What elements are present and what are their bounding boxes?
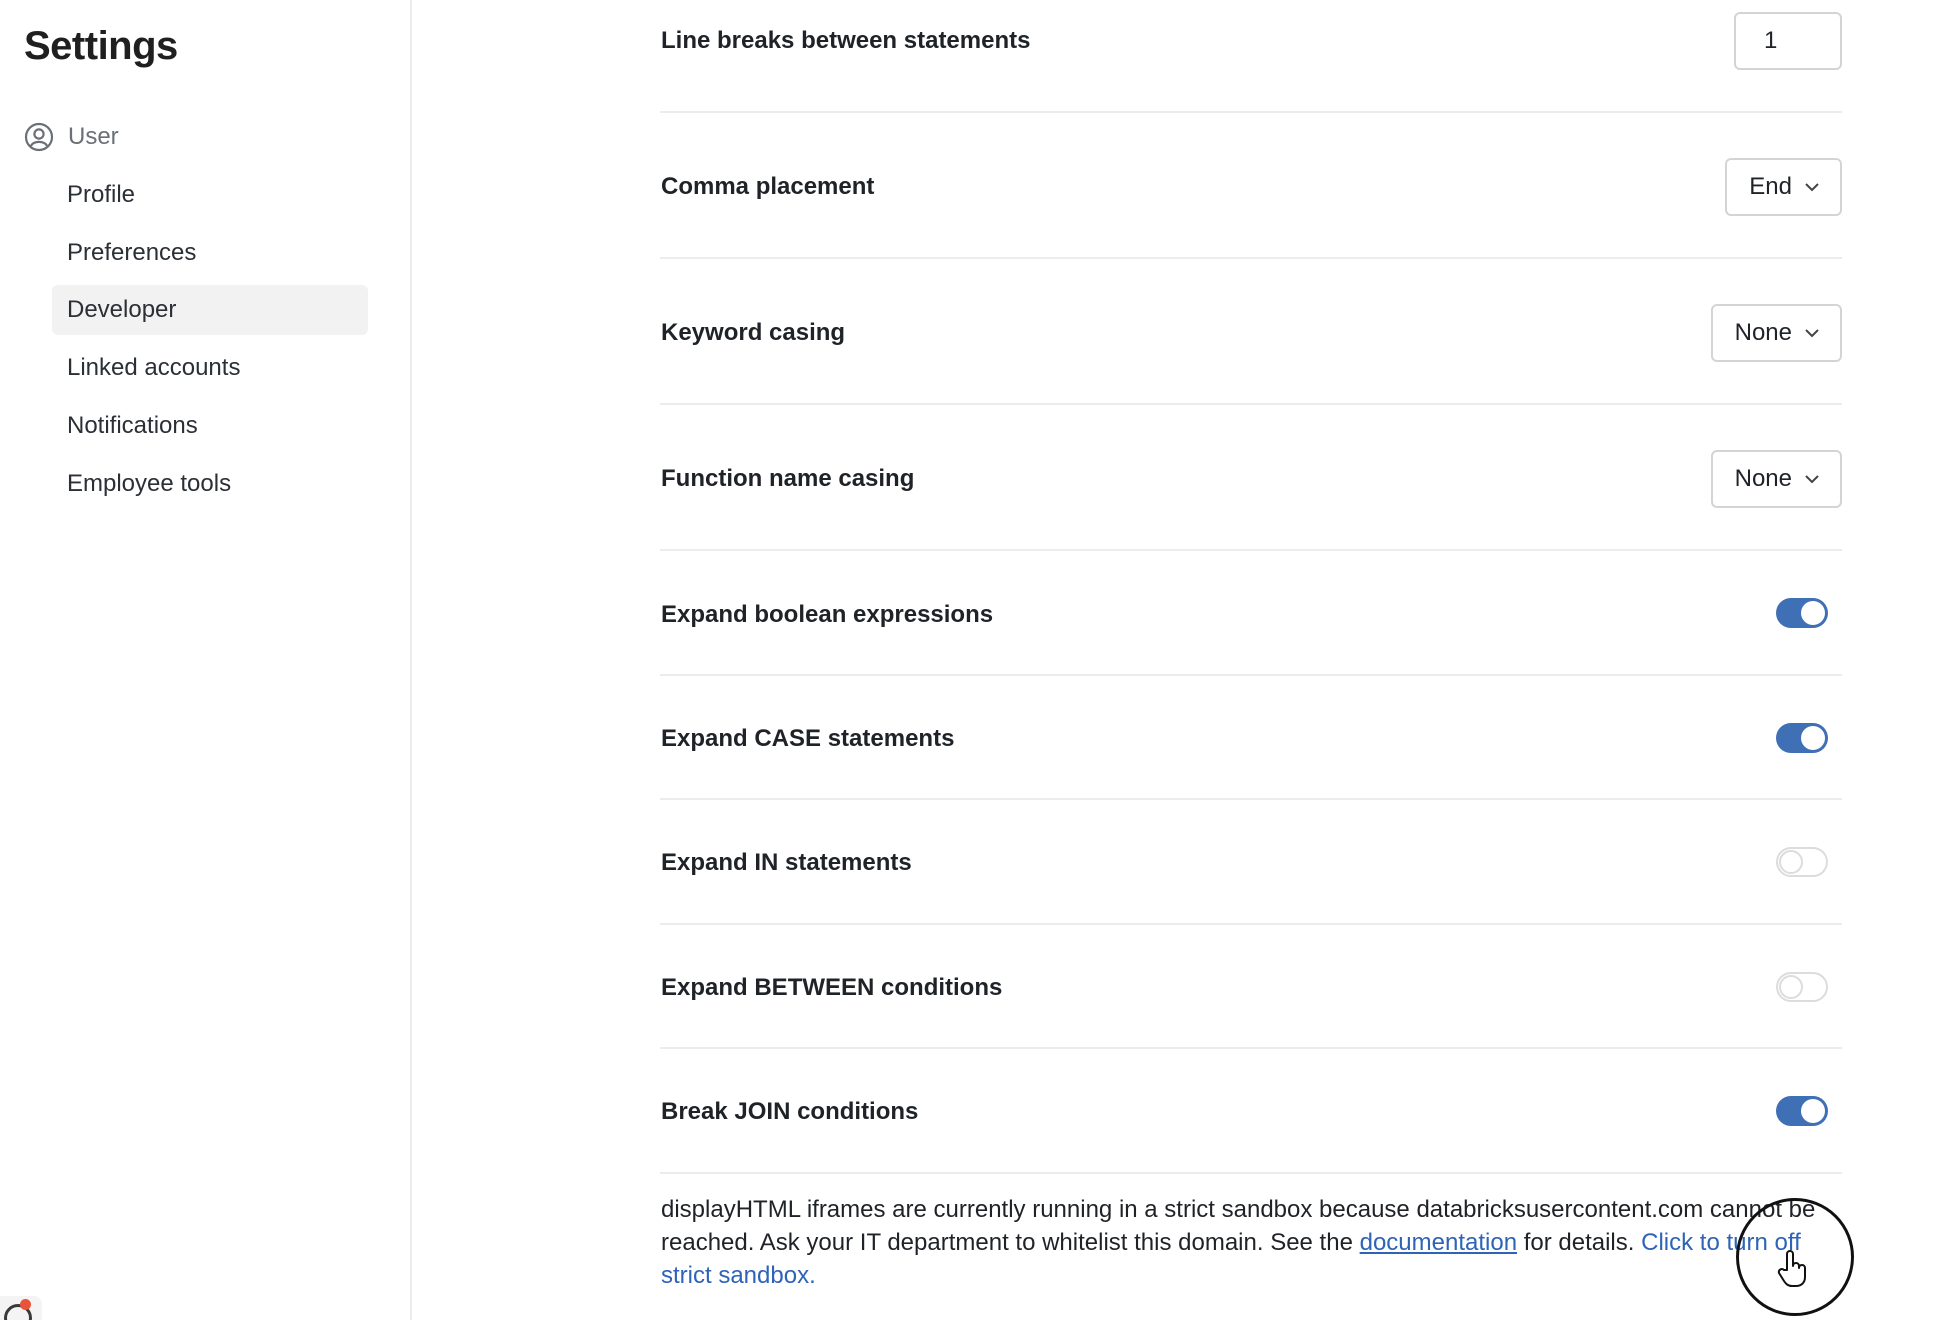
sidebar-item-preferences[interactable]: Preferences	[52, 228, 368, 278]
select-value: End	[1749, 173, 1792, 200]
setting-row-expand-case: Expand CASE statements	[660, 676, 1842, 800]
sidebar-item-notifications[interactable]: Notifications	[52, 401, 368, 451]
sidebar-item-label: Profile	[67, 181, 136, 208]
setting-row-break-join: Break JOIN conditions	[660, 1049, 1842, 1174]
notice-text: for details.	[1517, 1229, 1642, 1256]
sidebar-item-linked-accounts[interactable]: Linked accounts	[52, 343, 368, 393]
expand-between-toggle[interactable]	[1776, 972, 1828, 1002]
expand-boolean-toggle[interactable]	[1776, 598, 1828, 628]
setting-label: Keyword casing	[661, 319, 846, 346]
setting-label: Expand boolean expressions	[661, 601, 994, 628]
setting-label: Expand CASE statements	[661, 725, 955, 752]
sidebar-item-label: Linked accounts	[67, 354, 241, 381]
sidebar-item-label: Preferences	[67, 239, 197, 266]
chevron-down-icon	[1804, 182, 1820, 192]
comma-placement-select[interactable]: End	[1725, 158, 1842, 216]
sidebar-item-profile[interactable]: Profile	[52, 170, 368, 220]
setting-row-expand-between: Expand BETWEEN conditions	[660, 925, 1842, 1049]
setting-row-keyword-casing: Keyword casing None	[660, 259, 1842, 405]
chevron-down-icon	[1804, 328, 1820, 338]
setting-label: Expand IN statements	[661, 849, 912, 876]
setting-label: Comma placement	[661, 173, 875, 200]
select-value: None	[1734, 319, 1792, 346]
keyword-casing-select[interactable]: None	[1710, 304, 1842, 362]
setting-label: Function name casing	[661, 465, 915, 492]
expand-in-toggle[interactable]	[1776, 847, 1828, 877]
sidebar-item-label: Developer	[67, 296, 177, 323]
setting-label: Line breaks between statements	[661, 27, 1031, 54]
notification-dot	[20, 1299, 31, 1310]
developer-settings-panel: Line breaks between statements Comma pla…	[660, 0, 1842, 1320]
setting-row-expand-boolean: Expand boolean expressions	[660, 551, 1842, 676]
documentation-link[interactable]: documentation	[1360, 1229, 1517, 1256]
sidebar-section-user: User	[24, 120, 119, 154]
sidebar-item-label: Employee tools	[67, 470, 232, 497]
sidebar-item-label: Notifications	[67, 412, 198, 439]
sidebar-item-developer[interactable]: Developer	[52, 285, 368, 335]
sidebar-item-employee-tools[interactable]: Employee tools	[52, 459, 368, 509]
setting-row-line-breaks: Line breaks between statements	[660, 0, 1842, 113]
function-name-casing-select[interactable]: None	[1710, 450, 1842, 508]
chevron-down-icon	[1804, 474, 1820, 484]
break-join-toggle[interactable]	[1776, 1096, 1828, 1126]
setting-label: Expand BETWEEN conditions	[661, 974, 1003, 1001]
strict-sandbox-notice: displayHTML iframes are currently runnin…	[661, 1193, 1845, 1292]
page-title: Settings	[24, 24, 178, 68]
setting-row-expand-in: Expand IN statements	[660, 800, 1842, 925]
help-button[interactable]	[0, 1296, 42, 1320]
expand-case-toggle[interactable]	[1776, 723, 1828, 753]
setting-row-function-name-casing: Function name casing None	[660, 405, 1842, 551]
setting-row-comma-placement: Comma placement End	[660, 113, 1842, 259]
hand-cursor-icon	[1776, 1248, 1810, 1288]
settings-sidebar: Settings User Profile Preferences Develo…	[0, 0, 412, 1320]
sidebar-section-label: User	[68, 123, 119, 150]
setting-label: Break JOIN conditions	[661, 1098, 919, 1125]
user-circle-icon	[24, 122, 54, 152]
line-breaks-input[interactable]	[1734, 12, 1842, 70]
select-value: None	[1734, 465, 1792, 492]
